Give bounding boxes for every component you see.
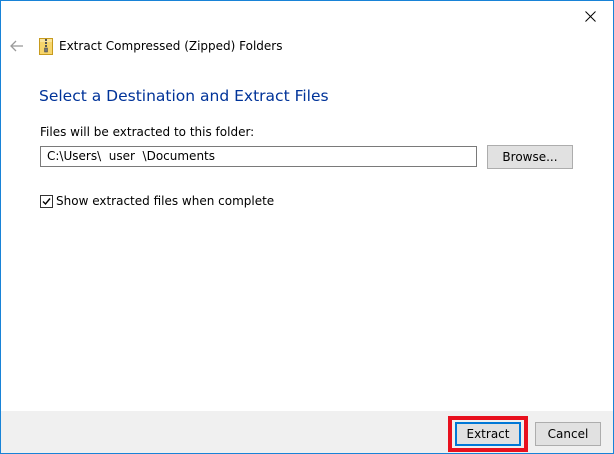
show-files-checkbox[interactable] (40, 194, 53, 208)
extract-button-label: Extract (466, 427, 510, 441)
extract-button[interactable]: Extract (455, 422, 521, 446)
zipped-folder-icon (39, 38, 53, 55)
close-icon (584, 10, 596, 22)
destination-label: Files will be extracted to this folder: (40, 125, 255, 139)
checkmark-icon (42, 197, 51, 205)
browse-button-label: Browse... (502, 150, 558, 164)
page-heading: Select a Destination and Extract Files (39, 87, 329, 105)
destination-path-input[interactable] (40, 146, 477, 167)
cancel-button[interactable]: Cancel (535, 422, 601, 446)
window-title: Extract Compressed (Zipped) Folders (59, 39, 283, 53)
extract-dialog: Extract Compressed (Zipped) Folders Sele… (0, 0, 614, 454)
back-arrow-icon (10, 40, 23, 52)
browse-button[interactable]: Browse... (487, 145, 573, 169)
navigation-row: Extract Compressed (Zipped) Folders (1, 33, 613, 61)
close-button[interactable] (567, 1, 613, 31)
title-bar (1, 1, 613, 31)
show-files-label: Show extracted files when complete (56, 194, 275, 208)
back-button[interactable] (6, 35, 28, 57)
cancel-button-label: Cancel (547, 427, 589, 441)
show-files-option[interactable]: Show extracted files when complete (40, 194, 274, 208)
